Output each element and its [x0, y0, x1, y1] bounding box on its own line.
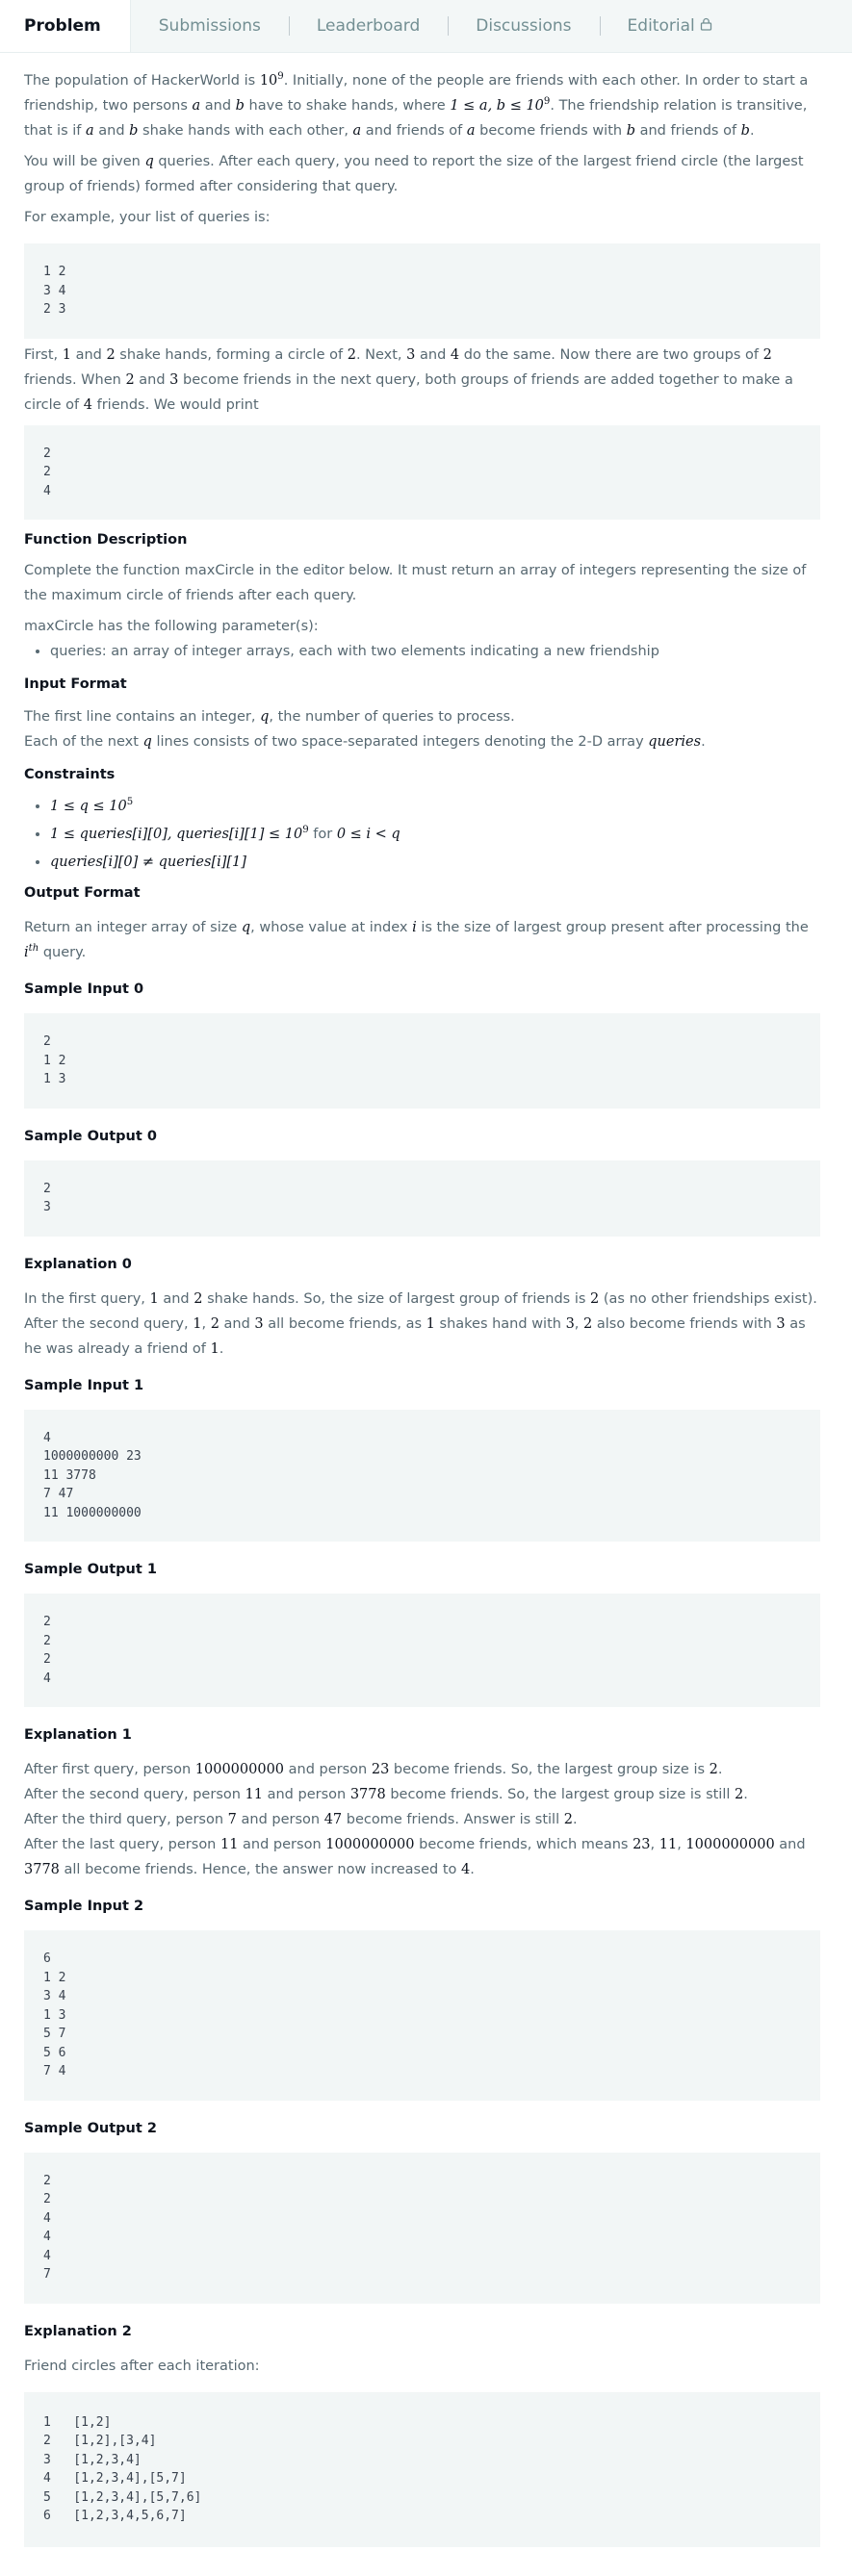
- explanation-1-line2: After the second query, person 11 and pe…: [24, 1787, 748, 1802]
- tab-submissions[interactable]: Submissions: [131, 0, 289, 52]
- tab-problem[interactable]: Problem: [0, 0, 131, 52]
- explanation-1-line3: After the third query, person 7 and pers…: [24, 1812, 578, 1827]
- explanation-2-code: 1 [1,2] 2 [1,2],[3,4] 3 [1,2,3,4] 4 [1,2…: [24, 2391, 820, 2547]
- example-output-code: 2 2 4: [24, 424, 820, 520]
- tab-leaderboard[interactable]: Leaderboard: [288, 0, 448, 52]
- constraint-item: queries[i][0] ≠ queries[i][1]: [50, 849, 820, 877]
- explanation-1-heading: Explanation 1: [24, 1727, 132, 1743]
- tab-discussions[interactable]: Discussions: [448, 0, 599, 52]
- constraints-list: 1 ≤ q ≤ 105 1 ≤ queries[i][0], queries[i…: [24, 793, 820, 877]
- explanation-0-line1: In the first query, 1 and 2 shake hands.…: [24, 1290, 817, 1307]
- queries-paragraph: You will be given q queries. After each …: [24, 154, 804, 194]
- explanation-1-line1: After first query, person 1000000000 and…: [24, 1762, 723, 1777]
- tab-editorial[interactable]: Editorial: [599, 0, 740, 52]
- input-format-line1: The first line contains an integer, q, t…: [24, 709, 515, 725]
- constraint-item: 1 ≤ queries[i][0], queries[i][1] ≤ 109 f…: [50, 821, 820, 849]
- sample-output-2-code: 2 2 4 4 4 7: [24, 2152, 820, 2304]
- output-format-text: Return an integer array of size q, whose…: [24, 920, 809, 960]
- parameters-list: queries: an array of integer arrays, eac…: [24, 639, 820, 664]
- output-format-heading: Output Format: [24, 885, 141, 901]
- sample-input-0-heading: Sample Input 0: [24, 982, 144, 997]
- intro-paragraph: The population of HackerWorld is 109. In…: [24, 71, 809, 139]
- sample-output-2-heading: Sample Output 2: [24, 2120, 157, 2136]
- explanation-2-text: Friend circles after each iteration:: [24, 2358, 260, 2374]
- tab-label: Leaderboard: [316, 16, 421, 36]
- explanation-1-line4: After the last query, person 11 and pers…: [24, 1837, 806, 1877]
- explanation-0-heading: Explanation 0: [24, 1256, 132, 1272]
- tab-label: Discussions: [476, 16, 572, 36]
- parameters-intro: maxCircle has the following parameter(s)…: [24, 619, 319, 634]
- tab-label: Submissions: [158, 16, 261, 36]
- sample-output-1-code: 2 2 2 4: [24, 1594, 820, 1707]
- parameter-item: queries: an array of integer arrays, eac…: [50, 639, 820, 664]
- sample-output-0-heading: Sample Output 0: [24, 1128, 157, 1144]
- function-description-text: Complete the function maxCircle in the e…: [24, 563, 807, 603]
- tab-bar: Problem Submissions Leaderboard Discussi…: [0, 0, 852, 53]
- function-description-heading: Function Description: [24, 532, 188, 548]
- sample-input-0-code: 2 1 2 1 3: [24, 1013, 820, 1109]
- sample-input-1-code: 4 1000000000 23 11 3778 7 47 11 10000000…: [24, 1409, 820, 1542]
- constraints-heading: Constraints: [24, 767, 116, 782]
- first-paragraph: First, 1 and 2 shake hands, forming a ci…: [24, 346, 793, 413]
- example-input-code: 1 2 3 4 2 3: [24, 243, 820, 339]
- input-format-heading: Input Format: [24, 676, 127, 692]
- problem-statement: The population of HackerWorld is 109. In…: [0, 53, 852, 2547]
- tab-label: Editorial: [627, 16, 695, 36]
- tab-label: Problem: [24, 16, 101, 36]
- explanation-0-line2: After the second query, 1, 2 and 3 all b…: [24, 1315, 806, 1357]
- sample-input-2-heading: Sample Input 2: [24, 1899, 144, 1914]
- constraint-item: 1 ≤ q ≤ 105: [50, 793, 820, 821]
- lock-icon: [700, 16, 712, 36]
- sample-input-1-heading: Sample Input 1: [24, 1377, 144, 1393]
- input-format-line2: Each of the next q lines consists of two…: [24, 734, 706, 750]
- explanation-2-heading: Explanation 2: [24, 2323, 132, 2339]
- sample-input-2-code: 6 1 2 3 4 1 3 5 7 5 6 7 4: [24, 1930, 820, 2101]
- sample-output-0-code: 2 3: [24, 1160, 820, 1237]
- sample-output-1-heading: Sample Output 1: [24, 1562, 157, 1577]
- example-intro: For example, your list of queries is:: [24, 210, 271, 225]
